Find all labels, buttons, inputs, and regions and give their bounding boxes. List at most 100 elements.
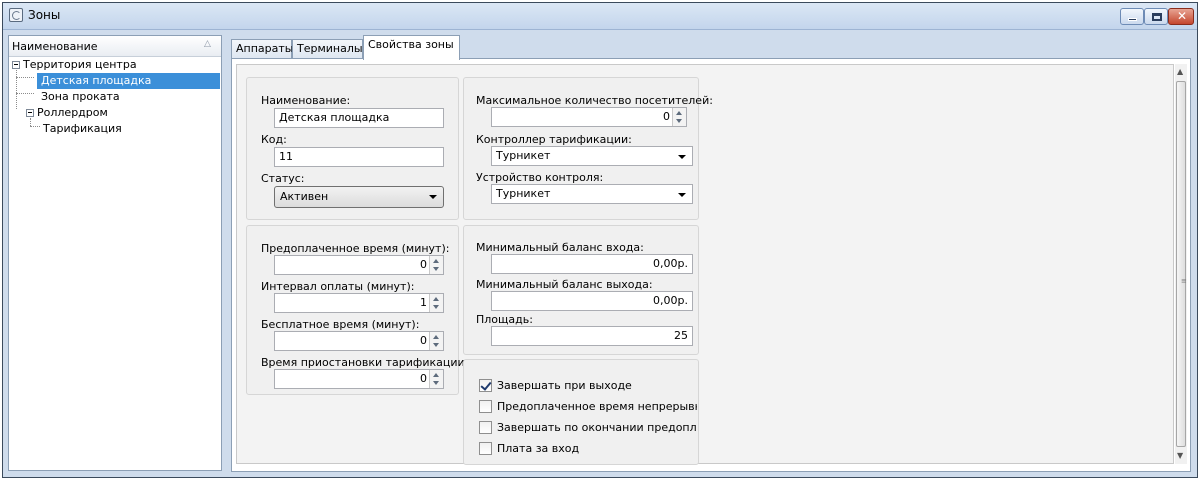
status-label: Статус:	[261, 172, 305, 185]
app-icon	[9, 8, 23, 22]
area-field[interactable]: 25	[491, 326, 693, 346]
window-title: Зоны	[28, 8, 61, 22]
tree-item-rollerdrome[interactable]: Роллердром	[37, 105, 108, 121]
tariff-controller-select[interactable]: Турникет	[491, 146, 693, 166]
maximize-icon	[1152, 13, 1162, 21]
suspend-time-label: Время приостановки тарификации:	[261, 356, 469, 369]
title-bar[interactable]: Зоны ✕	[3, 3, 1197, 30]
minimize-button[interactable]	[1120, 8, 1144, 25]
spin-buttons[interactable]	[429, 332, 443, 350]
prepaid-time-stepper[interactable]: 0	[274, 255, 444, 275]
collapse-toggle-icon[interactable]	[12, 61, 20, 69]
properties-scroll-area: Наименование: Детская площадка Код: 11 С…	[236, 64, 1174, 465]
tree-item-tariffication[interactable]: Тарификация	[43, 121, 122, 137]
prepaid-time-label: Предоплаченное время (минут):	[261, 242, 450, 255]
collapse-toggle-icon[interactable]	[26, 109, 34, 117]
tree-column-header[interactable]: Наименование △	[9, 36, 221, 57]
tab-label: Терминалы	[297, 42, 363, 55]
tree-item-label: Детская площадка	[41, 74, 152, 87]
min-exit-balance-field[interactable]: 0,00р.	[491, 291, 693, 311]
zones-window: Зоны ✕ Наименование △ Территория центра …	[2, 2, 1198, 478]
spin-down-icon	[433, 305, 439, 309]
checkbox-label: Завершать при выходе	[497, 379, 632, 392]
sort-ascending-icon: △	[204, 39, 211, 49]
options-group: Завершать при выходе Предоплаченное врем…	[463, 359, 699, 465]
control-device-label: Устройство контроля:	[476, 171, 604, 184]
status-value: Активен	[280, 190, 329, 203]
spin-buttons[interactable]	[672, 108, 686, 126]
checkbox-checked-icon	[479, 379, 492, 392]
tree-connector-line	[30, 126, 40, 127]
tab-devices[interactable]: Аппараты	[231, 39, 294, 59]
suspend-time-stepper[interactable]: 0	[274, 369, 444, 389]
spin-up-icon	[433, 373, 439, 377]
code-field[interactable]: 11	[274, 147, 444, 167]
tab-zone-properties[interactable]: Свойства зоны	[363, 35, 460, 60]
tree-connector-line	[16, 70, 17, 109]
scrollbar-thumb[interactable]: ≡	[1176, 81, 1187, 447]
chevron-down-icon	[678, 155, 686, 159]
close-button[interactable]: ✕	[1168, 8, 1194, 25]
finish-after-prepaid-checkbox[interactable]: Завершать по окончании предоплаты	[479, 420, 697, 436]
free-time-value: 0	[420, 334, 427, 347]
general-group: Наименование: Детская площадка Код: 11 С…	[246, 77, 459, 220]
control-device-value: Турникет	[496, 187, 551, 200]
max-visitors-value: 0	[663, 110, 670, 123]
spin-buttons[interactable]	[429, 256, 443, 274]
prepaid-continuous-checkbox[interactable]: Предоплаченное время непрерывно	[479, 399, 697, 415]
tab-terminals[interactable]: Терминалы	[292, 39, 363, 59]
control-group: Максимальное количество посетителей: 0 К…	[463, 77, 713, 220]
checkbox-unchecked-icon	[479, 421, 492, 434]
scroll-down-icon[interactable]: ▼	[1177, 451, 1183, 460]
tree-connector-line	[16, 77, 34, 78]
name-field[interactable]: Детская площадка	[274, 108, 444, 128]
tree-connector-line	[30, 118, 31, 126]
spin-down-icon	[433, 343, 439, 347]
tree-item-label: Роллердром	[37, 106, 108, 119]
client-area: Наименование △ Территория центра Детская…	[6, 33, 1194, 475]
name-label: Наименование:	[261, 94, 351, 107]
status-select[interactable]: Активен	[274, 186, 444, 208]
spin-down-icon	[433, 267, 439, 271]
balance-group: Минимальный баланс входа: 0,00р. Минимал…	[463, 225, 699, 355]
free-time-stepper[interactable]: 0	[274, 331, 444, 351]
checkbox-label: Предоплаченное время непрерывно	[497, 400, 697, 413]
spin-down-icon	[676, 119, 682, 123]
area-label: Площадь:	[476, 313, 533, 326]
spin-up-icon	[433, 335, 439, 339]
spin-buttons[interactable]	[429, 294, 443, 312]
close-icon: ✕	[1177, 9, 1188, 23]
control-device-select[interactable]: Турникет	[491, 184, 693, 204]
zones-tree[interactable]: Наименование △ Территория центра Детская…	[8, 35, 222, 471]
tree-item-label: Тарификация	[43, 122, 122, 135]
max-visitors-label: Максимальное количество посетителей:	[476, 94, 713, 107]
spin-buttons[interactable]	[429, 370, 443, 388]
column-header-label: Наименование	[12, 40, 98, 53]
tree-item-label: Зона проката	[41, 90, 120, 103]
payment-interval-stepper[interactable]: 1	[274, 293, 444, 313]
min-entry-balance-field[interactable]: 0,00р.	[491, 254, 693, 274]
checkbox-label: Завершать по окончании предоплаты	[497, 421, 697, 434]
max-visitors-stepper[interactable]: 0	[491, 107, 687, 127]
time-settings-group: Предоплаченное время (минут): 0 Интервал…	[246, 225, 468, 395]
prepaid-time-value: 0	[420, 258, 427, 271]
payment-interval-value: 1	[420, 296, 427, 309]
tree-item-kids-playground[interactable]: Детская площадка	[37, 73, 220, 89]
checkbox-label: Плата за вход	[497, 442, 580, 455]
checkbox-unchecked-icon	[479, 442, 492, 455]
tab-label: Аппараты	[236, 42, 294, 55]
tree-connector-line	[16, 93, 34, 94]
tree-item-territory[interactable]: Территория центра	[23, 57, 137, 73]
spin-up-icon	[676, 111, 682, 115]
tree-item-rental-zone[interactable]: Зона проката	[41, 89, 120, 105]
tab-label: Свойства зоны	[368, 38, 454, 51]
scroll-up-icon[interactable]: ▲	[1177, 67, 1183, 76]
tariff-controller-value: Турникет	[496, 149, 551, 162]
maximize-button[interactable]	[1144, 8, 1168, 25]
zone-properties-panel: Наименование: Детская площадка Код: 11 С…	[231, 58, 1191, 472]
min-entry-balance-label: Минимальный баланс входа:	[476, 241, 644, 254]
vertical-scrollbar[interactable]: ▲ ≡ ▼	[1175, 64, 1187, 464]
spin-down-icon	[433, 381, 439, 385]
tree-item-label: Территория центра	[23, 58, 137, 71]
minimize-icon	[1128, 18, 1137, 21]
